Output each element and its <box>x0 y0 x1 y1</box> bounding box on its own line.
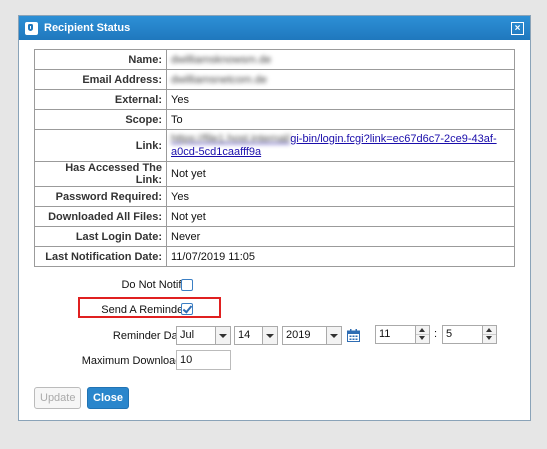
name-value: dwilliamsknowsm.de <box>166 49 515 70</box>
table-row: Has Accessed The Link: Not yet <box>34 161 515 187</box>
reminder-day-select[interactable]: 14 <box>234 326 278 345</box>
update-button[interactable]: Update <box>34 387 82 409</box>
accessed-label: Has Accessed The Link: <box>34 161 167 187</box>
last-notification-value: 11/07/2019 11:05 <box>166 246 515 267</box>
recipient-link[interactable]: https://file1.host.internal/gi-bin/login… <box>171 133 497 158</box>
reminder-year-select[interactable]: 2019 <box>282 326 342 345</box>
chevron-down-icon <box>262 327 277 344</box>
app-logo-icon <box>25 21 38 35</box>
decrement-icon[interactable] <box>483 335 496 343</box>
table-row: Name: dwilliamsknowsm.de <box>34 49 515 70</box>
link-label: Link: <box>34 129 167 162</box>
last-notification-label: Last Notification Date: <box>34 246 167 267</box>
last-login-value: Never <box>166 226 515 247</box>
reminder-hour-stepper[interactable]: 11 <box>375 325 430 344</box>
table-row: Password Required: Yes <box>34 186 515 207</box>
dialog-titlebar: Recipient Status × <box>19 16 530 40</box>
external-label: External: <box>34 89 167 110</box>
increment-icon[interactable] <box>483 326 496 335</box>
dialog-title: Recipient Status <box>44 22 131 34</box>
name-label: Name: <box>34 49 167 70</box>
max-downloads-input[interactable]: 10 <box>176 350 231 370</box>
calendar-icon[interactable] <box>347 329 360 342</box>
downloaded-label: Downloaded All Files: <box>34 206 167 227</box>
chevron-down-icon <box>326 327 341 344</box>
time-separator: : <box>434 328 438 340</box>
close-icon[interactable]: × <box>511 21 524 35</box>
last-login-label: Last Login Date: <box>34 226 167 247</box>
email-label: Email Address: <box>34 69 167 90</box>
scope-value: To <box>166 109 515 130</box>
increment-icon[interactable] <box>416 326 429 335</box>
recipient-info-table: Name: dwilliamsknowsm.de Email Address: … <box>34 49 515 267</box>
reminder-month-select[interactable]: Jul <box>176 326 231 345</box>
table-row: Last Login Date: Never <box>34 226 515 247</box>
downloaded-value: Not yet <box>166 206 515 227</box>
password-value: Yes <box>166 186 515 207</box>
scope-label: Scope: <box>34 109 167 130</box>
table-row: Downloaded All Files: Not yet <box>34 206 515 227</box>
send-reminder-label: Send A Reminder : <box>101 304 193 316</box>
external-value: Yes <box>166 89 515 110</box>
table-row: Last Notification Date: 11/07/2019 11:05 <box>34 246 515 267</box>
table-row: Email Address: dwilliamsnetcom.de <box>34 69 515 90</box>
accessed-value: Not yet <box>166 161 515 187</box>
table-row: Scope: To <box>34 109 515 130</box>
link-value: https://file1.host.internal/gi-bin/login… <box>166 129 515 162</box>
table-row: External: Yes <box>34 89 515 110</box>
decrement-icon[interactable] <box>416 335 429 343</box>
do-not-notify-checkbox[interactable] <box>181 279 193 291</box>
close-button[interactable]: Close <box>87 387 129 409</box>
recipient-status-dialog: Recipient Status × Name: dwilliamsknowsm… <box>18 15 531 421</box>
send-reminder-checkbox[interactable] <box>181 303 193 315</box>
table-row: Link: https://file1.host.internal/gi-bin… <box>34 129 515 162</box>
chevron-down-icon <box>215 327 230 344</box>
reminder-minute-stepper[interactable]: 5 <box>442 325 497 344</box>
password-label: Password Required: <box>34 186 167 207</box>
email-value: dwilliamsnetcom.de <box>166 69 515 90</box>
